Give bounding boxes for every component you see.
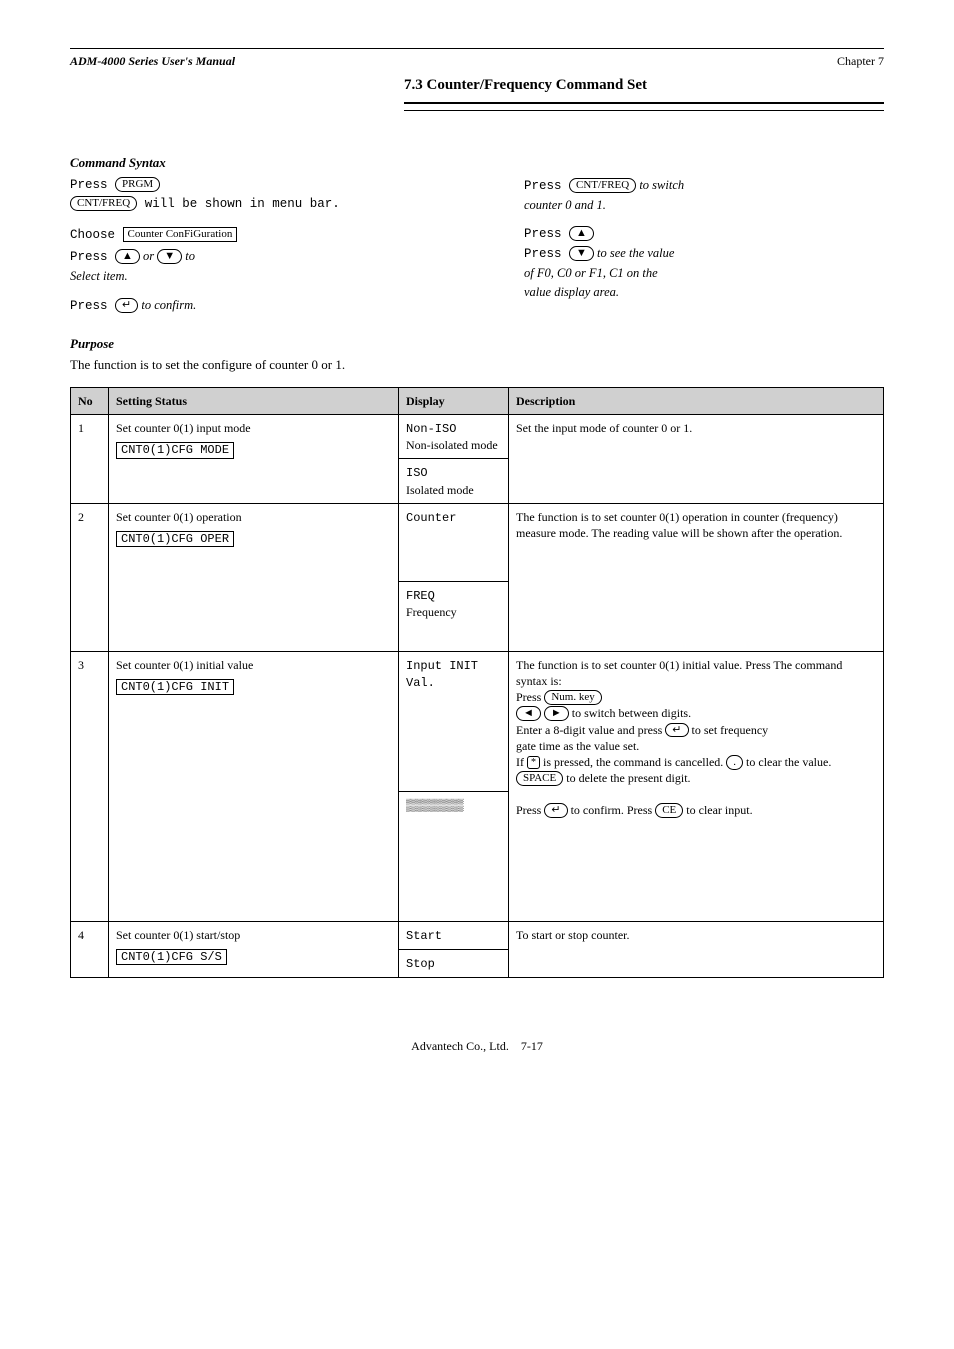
cell-desc: Set the input mode of counter 0 or 1.: [509, 415, 884, 504]
cell-no: 2: [71, 503, 109, 651]
page-header: ADM-4000 Series User's Manual Chapter 7: [70, 53, 884, 69]
cell-setting: Set counter 0(1) operation CNT0(1)CFG OP…: [109, 503, 399, 651]
th-desc: Description: [509, 387, 884, 414]
enter-key-2: ↵: [544, 803, 567, 818]
cell-display: ▒▒▒▒▒▒▒▒: [399, 791, 509, 921]
prgm-key: PRGM: [115, 177, 160, 192]
table-row: 4 Set counter 0(1) start/stop CNT0(1)CFG…: [71, 921, 884, 949]
th-no: No: [71, 387, 109, 414]
intro-columns: Press PRGM CNT/FREQ will be shown in men…: [70, 175, 884, 316]
cell-display: Start: [399, 921, 509, 949]
table-row: 1 Set counter 0(1) input mode CNT0(1)CFG…: [71, 415, 884, 459]
cell-desc: To start or stop counter.: [509, 921, 884, 977]
star-key: *: [527, 756, 540, 769]
syntax-display: CNT0(1)CFG S/S: [116, 949, 227, 965]
counter-config-display: Counter ConFiGuration: [123, 227, 238, 242]
enter-key: ↵: [665, 723, 688, 738]
table-row: 2 Set counter 0(1) operation CNT0(1)CFG …: [71, 503, 884, 581]
manual-title: ADM-4000 Series User's Manual: [70, 53, 235, 69]
cell-desc: The function is to set counter 0(1) init…: [509, 651, 884, 921]
table-row: 3 Set counter 0(1) initial value CNT0(1)…: [71, 651, 884, 791]
chapter-label: Chapter 7: [837, 53, 884, 69]
enter-key: ↵: [115, 298, 138, 313]
purpose-text: The function is to set the configure of …: [70, 356, 884, 374]
table-header-row: No Setting Status Display Description: [71, 387, 884, 414]
page-footer: Advantech Co., Ltd. 7-17: [70, 1038, 884, 1054]
cell-display: Stop: [399, 949, 509, 977]
numkey: Num. key: [544, 690, 601, 705]
cell-no: 1: [71, 415, 109, 504]
syntax-display: CNT0(1)CFG INIT: [116, 679, 234, 695]
down-key: ▼: [157, 249, 182, 264]
down-key-2: ▼: [569, 246, 594, 261]
syntax-display: CNT0(1)CFG OPER: [116, 531, 234, 547]
cell-no: 4: [71, 921, 109, 977]
section-rule-thick: [404, 102, 884, 104]
section-title: 7.3 Counter/Frequency Command Set: [404, 75, 884, 95]
cell-display: Counter: [399, 503, 509, 581]
up-key: ▲: [115, 249, 140, 264]
cntfreq-key-2: CNT/FREQ: [569, 178, 636, 193]
cntfreq-key: CNT/FREQ: [70, 196, 137, 211]
command-syntax-heading: Command Syntax: [70, 154, 884, 172]
cell-display: ISO Isolated mode: [399, 459, 509, 503]
top-rule: [70, 48, 884, 49]
left-key: ◄: [516, 706, 541, 721]
section-rule-thin: [404, 110, 884, 111]
cell-setting: Set counter 0(1) input mode CNT0(1)CFG M…: [109, 415, 399, 504]
up-key-2: ▲: [569, 226, 594, 241]
ce-key: CE: [655, 803, 683, 818]
dot-key: .: [726, 755, 743, 770]
cell-display: Input INIT Val.: [399, 651, 509, 791]
syntax-display: CNT0(1)CFG MODE: [116, 442, 234, 458]
right-key: ►: [544, 706, 569, 721]
command-table: No Setting Status Display Description 1 …: [70, 387, 884, 978]
section-heading-wrap: 7.3 Counter/Frequency Command Set: [70, 75, 884, 118]
th-display: Display: [399, 387, 509, 414]
space-key: SPACE: [516, 771, 563, 786]
cell-display: Non-ISO Non-isolated mode: [399, 415, 509, 459]
cell-desc: The function is to set counter 0(1) oper…: [509, 503, 884, 651]
th-setting: Setting Status: [109, 387, 399, 414]
cell-display: FREQ Frequency: [399, 581, 509, 651]
intro-left: Press PRGM CNT/FREQ will be shown in men…: [70, 175, 484, 316]
cell-no: 3: [71, 651, 109, 921]
cell-setting: Set counter 0(1) start/stop CNT0(1)CFG S…: [109, 921, 399, 977]
purpose-heading: Purpose: [70, 335, 884, 353]
intro-right: Press CNT/FREQ to switch counter 0 and 1…: [524, 175, 884, 316]
cell-setting: Set counter 0(1) initial value CNT0(1)CF…: [109, 651, 399, 921]
